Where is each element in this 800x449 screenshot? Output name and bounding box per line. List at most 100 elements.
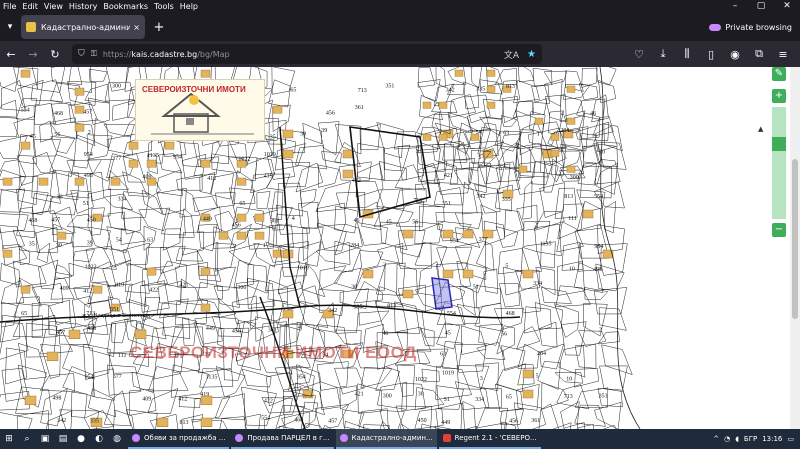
building-footprint [486,101,496,109]
parcel-boundary [17,342,47,380]
clock[interactable]: 13:16 [762,435,782,443]
parcel-boundary [504,209,525,238]
account-icon[interactable]: ◉ [724,43,746,65]
task-view-icon[interactable]: ▣ [36,429,54,449]
taskbar-app-listings[interactable]: Обяви за продажба ... [128,429,230,449]
edge-icon[interactable]: ◐ [90,429,108,449]
building-footprint [164,141,175,150]
building-footprint [342,169,354,179]
downloads-icon[interactable]: ⤓ [652,43,674,65]
building-footprint [442,269,454,279]
parcel-boundary [179,188,201,218]
menu-file[interactable]: File [0,0,19,13]
firefox-icon[interactable]: ● [72,429,90,449]
parcel-number: 554 [21,108,30,114]
parcel-number: 300 [237,285,246,291]
building-footprint [38,177,49,186]
tab-strip: ▾ Кадастрално-административ × + Private … [0,13,800,41]
maximize-icon[interactable]: ▢ [748,0,774,13]
network-icon[interactable]: ◔ [724,435,730,443]
parcel-number: 5 [505,263,508,269]
notifications-icon[interactable]: ▭ [787,435,794,443]
chrome-icon[interactable]: ◍ [108,429,126,449]
menu-history[interactable]: History [66,0,100,13]
parcel-number: 456 [232,329,241,335]
parcel-boundary [436,246,473,272]
parcel-boundary [513,402,547,429]
zoom-out-button[interactable]: − [772,223,786,237]
library-icon[interactable]: ⫼ [676,43,698,65]
parcel-boundary [176,174,203,191]
language-indicator[interactable]: БГР [744,435,757,443]
navigation-bar: ← → ↻ ⛉ ⚿ https://kais.cadastre.bg/bg/Ma… [0,41,800,67]
zoom-in-button[interactable]: + [772,89,786,103]
menu-tools[interactable]: Tools [151,0,177,13]
parcel-number: 335 [502,197,511,203]
parcel-boundary [456,365,490,390]
zoom-slider-track[interactable] [772,107,786,219]
private-browsing-indicator: Private browsing [709,23,800,32]
close-icon[interactable]: ✕ [774,0,800,13]
search-icon[interactable]: ⌕ [18,429,36,449]
chevron-up-icon[interactable]: ^ [713,435,719,443]
taskbar-app-cadastre[interactable]: Кадастрално-админ... [335,429,437,449]
firefox-private-icon [235,434,244,442]
translate-icon[interactable]: 文A [504,48,519,61]
parcel-lines: 3003051334657133513423358135544684574504… [0,67,641,429]
parcel-number: 419 [264,174,273,180]
menu-edit[interactable]: Edit [19,0,41,13]
draw-pen-icon[interactable]: ✎ [772,67,786,81]
bookmark-star-icon[interactable]: ★ [527,49,536,60]
volume-icon[interactable]: ◖ [735,435,739,443]
tab-cadastre[interactable]: Кадастрално-административ × [21,15,145,39]
url-bar[interactable]: ⛉ ⚿ https://kais.cadastre.bg/bg/Map 文A ★ [72,44,542,64]
parcel-number: 498 [52,396,61,402]
parcel-number: 65 [506,395,512,401]
url-path: /bg/Map [197,49,230,59]
tab-close-icon[interactable]: × [133,23,140,32]
menu-help[interactable]: Help [177,0,201,13]
windows-start-icon[interactable]: ⊞ [0,429,18,449]
file-explorer-icon[interactable]: ▤ [54,429,72,449]
menu-hamburger-icon[interactable]: ≡ [772,43,794,65]
pocket-icon[interactable]: ♡ [628,43,650,65]
tracking-shield-icon[interactable]: ⛉ [78,49,85,59]
parcel-boundary [31,192,54,215]
extensions-icon[interactable]: ⧉ [748,43,770,65]
taskbar-app-parcel[interactable]: Продава ПАРЦЕЛ в г... [231,429,334,449]
menu-view[interactable]: View [41,0,66,13]
back-arrow-icon[interactable]: ← [0,43,22,65]
toolbar-right: ♡ ⤓ ⫼ ▯ ◉ ⧉ ≡ [628,43,800,65]
parcel-boundary [297,201,319,229]
reload-icon[interactable]: ↻ [44,43,66,65]
minimize-icon[interactable]: – [722,0,748,13]
taskbar-app-regent[interactable]: Regent 2.1 - 'СЕВЕРО... [438,429,541,449]
building-footprint [134,329,147,340]
parcel-boundary [49,192,78,216]
parcel-boundary [31,283,64,304]
parcel-number: 334 [533,281,542,287]
parcel-number: 1022 [85,265,97,271]
parcel-number: 335 [476,87,485,93]
parcel-number: 39 [87,240,93,246]
cadastral-map[interactable]: 3003051334657133513423358135544684574504… [0,67,800,429]
page-scrollbar-thumb[interactable] [792,159,798,319]
building-footprint [302,389,314,399]
list-all-tabs-icon[interactable]: ▾ [0,17,20,37]
site-info-icon[interactable]: ⚿ [91,49,97,59]
parcel-number: 10 [599,150,605,156]
new-tab-icon[interactable]: + [149,17,169,37]
parcel-number: 342 [57,418,66,424]
forward-arrow-icon[interactable]: → [22,43,44,65]
zoom-slider-handle[interactable] [772,137,786,151]
parcel-number: 65 [290,88,296,94]
firefox-private-icon [132,434,140,442]
parcel-number: 30 [418,392,424,398]
menu-bookmarks[interactable]: Bookmarks [100,0,151,13]
sidebar-icon[interactable]: ▯ [700,43,722,65]
url-text[interactable]: https://kais.cadastre.bg/bg/Map [103,50,500,59]
cadastre-favicon-icon [26,22,36,32]
parcel-number: 10 [566,376,572,382]
building-footprint [342,149,354,159]
parcel-number: 468 [506,311,515,317]
